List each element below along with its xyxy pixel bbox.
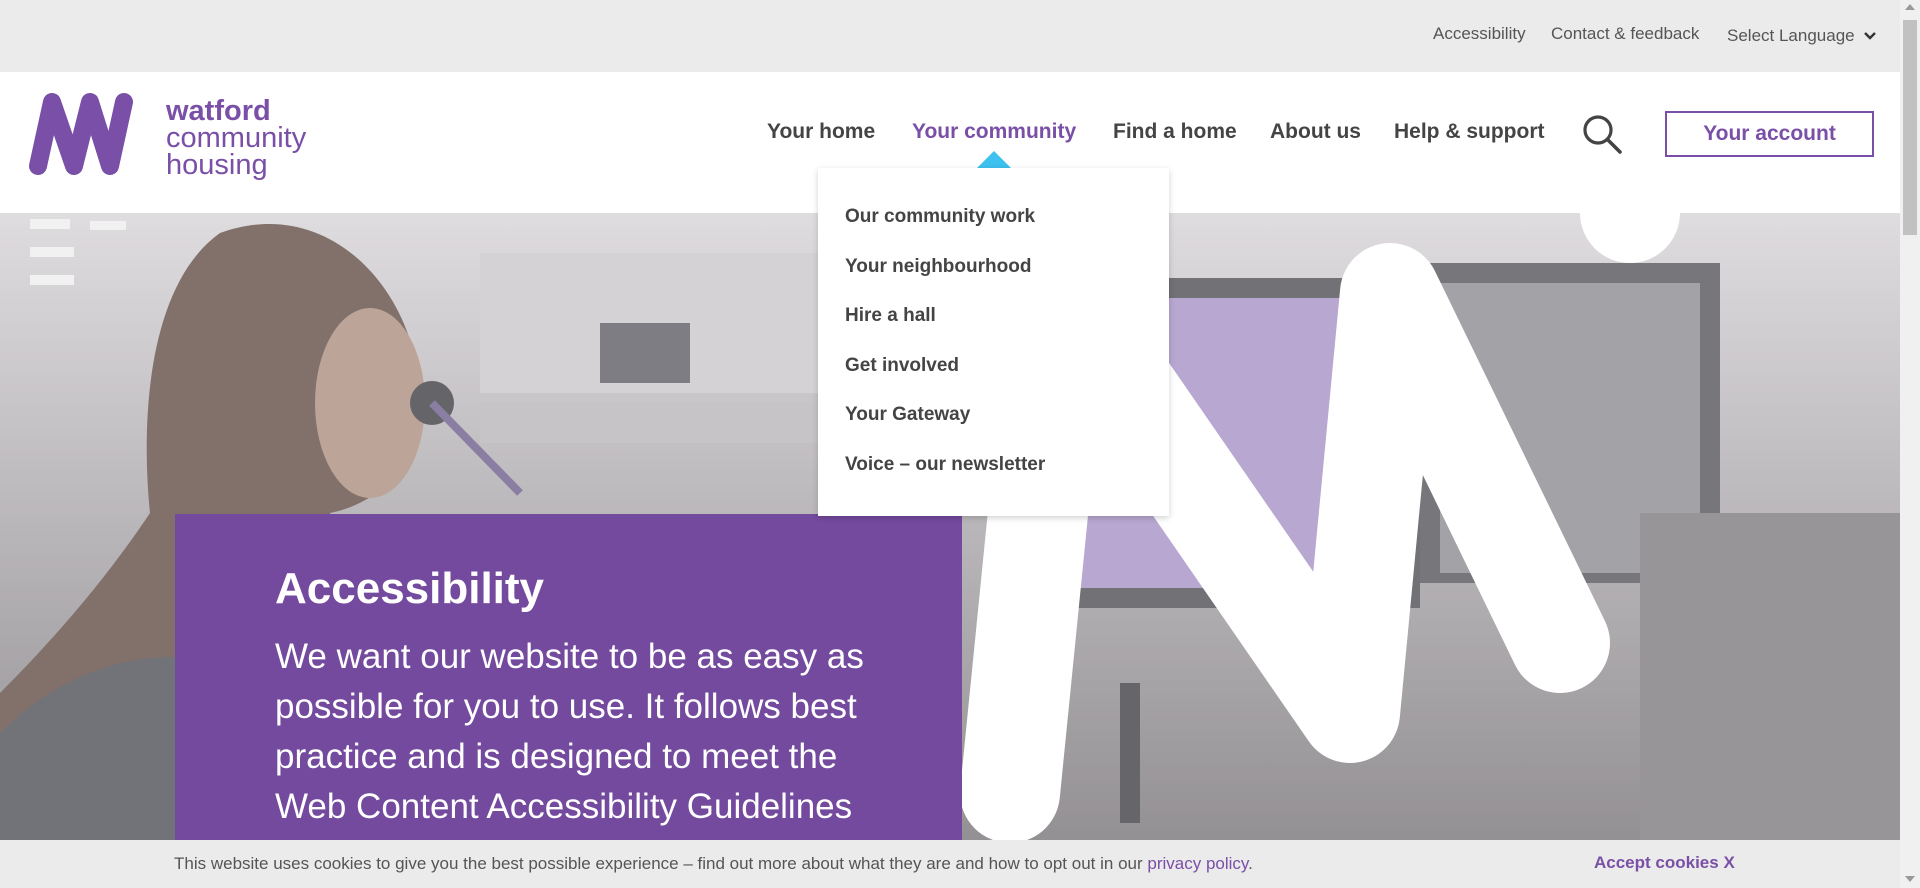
cookie-message-text: This website uses cookies to give you th…: [174, 854, 1143, 873]
dropdown-caret: [976, 151, 1012, 169]
dropdown-item-your-neighbourhood[interactable]: Your neighbourhood: [845, 256, 1031, 278]
logo-line-2: community: [166, 122, 307, 154]
nav-about-us[interactable]: About us: [1270, 120, 1361, 144]
logo-mark: [29, 93, 133, 175]
dropdown-item-voice-newsletter[interactable]: Voice – our newsletter: [845, 454, 1045, 476]
logo-line-3: housing: [166, 149, 268, 181]
chevron-down-icon: [1863, 32, 1876, 40]
your-community-dropdown: Our community work Your neighbourhood Hi…: [818, 168, 1169, 516]
logo[interactable]: watford community housing: [24, 86, 324, 186]
dropdown-item-our-community-work[interactable]: Our community work: [845, 206, 1035, 228]
utility-bar: Accessibility Contact & feedback Select …: [0, 0, 1900, 72]
hero-content-box: Accessibility We want our website to be …: [175, 514, 962, 888]
nav-help-support[interactable]: Help & support: [1394, 120, 1545, 144]
scroll-down-icon[interactable]: [1905, 876, 1915, 882]
cookie-message-suffix: .: [1248, 854, 1253, 873]
your-account-button[interactable]: Your account: [1665, 111, 1874, 157]
dropdown-item-hire-a-hall[interactable]: Hire a hall: [845, 305, 936, 327]
logo-text: watford community housing: [166, 95, 307, 181]
accessibility-link[interactable]: Accessibility: [1433, 24, 1526, 44]
logo-line-1: watford: [166, 95, 271, 127]
nav-your-home[interactable]: Your home: [767, 120, 875, 144]
cookie-banner: This website uses cookies to give you th…: [0, 840, 1900, 888]
accept-cookies-button[interactable]: Accept cookies X: [1594, 853, 1735, 873]
dropdown-item-get-involved[interactable]: Get involved: [845, 355, 959, 377]
nav-find-a-home[interactable]: Find a home: [1113, 120, 1237, 144]
dropdown-item-your-gateway[interactable]: Your Gateway: [845, 404, 970, 426]
language-select-label: Select Language: [1727, 26, 1855, 45]
language-select[interactable]: Select Language: [1727, 26, 1877, 46]
cookie-message: This website uses cookies to give you th…: [174, 854, 1253, 874]
nav-your-community[interactable]: Your community: [912, 120, 1076, 144]
scroll-thumb[interactable]: [1903, 20, 1917, 235]
scroll-up-icon[interactable]: [1905, 4, 1915, 10]
page-title: Accessibility: [275, 564, 545, 613]
search-icon[interactable]: [1581, 113, 1623, 155]
privacy-policy-link[interactable]: privacy policy: [1147, 854, 1248, 873]
contact-feedback-link[interactable]: Contact & feedback: [1551, 24, 1699, 44]
